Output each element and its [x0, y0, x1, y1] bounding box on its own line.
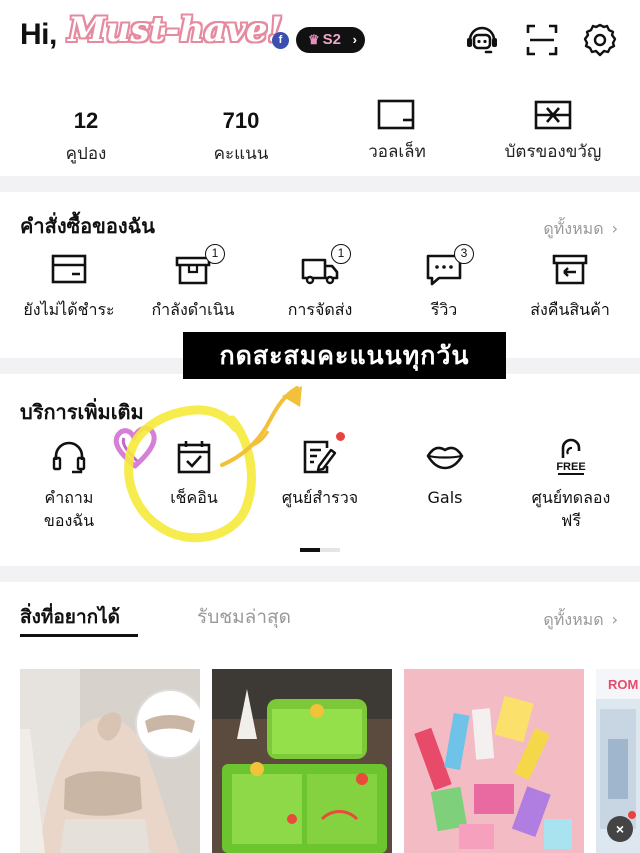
tab-active-underline — [20, 634, 138, 637]
coupon-count: 12 — [73, 108, 99, 133]
orders-see-all[interactable]: ดูทั้งหมด › — [543, 217, 618, 242]
wallet-icon — [377, 99, 415, 130]
wishlist-section: สิ่งที่อยากได้ รับชมล่าสุด ดูทั้งหมด › R… — [0, 582, 640, 853]
facebook-badge: f — [272, 32, 289, 49]
notification-dot — [628, 811, 636, 819]
card-icon — [51, 254, 87, 284]
gift-card-icon — [534, 100, 572, 130]
overlay-title: Must-have! — [68, 10, 283, 50]
stat-points[interactable]: 710 คะแนน — [166, 80, 316, 167]
see-all-label: ดูทั้งหมด — [543, 610, 604, 629]
check-in-label: เช็คอิน — [170, 488, 218, 507]
headset-icon — [52, 441, 86, 474]
free-trial-line2: ฟรี — [561, 511, 581, 530]
see-all-label: ดูทั้งหมด — [543, 219, 604, 238]
wishlist-see-all[interactable]: ดูทั้งหมด › — [543, 608, 618, 633]
order-shipping-label: การจัดส่ง — [287, 300, 353, 319]
services-section: บริการเพิ่มเติม คำถาม ของฉัน เช็คอิน ศูน… — [0, 374, 640, 566]
tab-wishlist[interactable]: สิ่งที่อยากได้ — [20, 602, 120, 632]
product-card[interactable] — [404, 669, 584, 853]
greeting-text: Hi, — [20, 18, 57, 51]
service-my-questions[interactable]: คำถามของฉัน — [5, 438, 133, 532]
coupon-label: คูปอง — [65, 144, 107, 164]
stat-coupons[interactable]: 12 คูปอง — [11, 80, 161, 167]
survey-notification-dot — [336, 432, 345, 441]
product-card[interactable] — [20, 669, 200, 853]
product-card[interactable] — [212, 669, 392, 853]
tier-label: S2 — [322, 31, 342, 48]
lips-icon — [426, 446, 464, 470]
free-trial-line1: ศูนย์ทดลอง — [531, 488, 611, 507]
my-questions-line2: ของฉัน — [43, 511, 95, 530]
return-box-icon — [552, 254, 588, 285]
product-carousel: ROM — [0, 669, 640, 853]
scan-icon[interactable] — [524, 22, 560, 58]
product-image-christmas-bags — [212, 669, 392, 853]
order-processing-label: กำลังดำเนิน — [151, 300, 235, 319]
chevron-right-icon: › — [352, 32, 357, 47]
survey-label: ศูนย์สำรวจ — [281, 488, 359, 507]
my-questions-label: คำถามของฉัน — [5, 486, 133, 532]
order-review-label: รีวิว — [430, 300, 458, 319]
processing-count-badge: 1 — [205, 244, 225, 264]
close-icon[interactable]: × — [607, 816, 633, 842]
stat-gift-card[interactable]: บัตรของขวัญ — [478, 80, 628, 165]
services-pager-active — [300, 548, 320, 552]
wallet-label: วอลเล็ท — [368, 142, 426, 162]
callout-banner: กดสะสมคะแนนทุกวัน — [183, 332, 506, 379]
product-image-strapless-bra — [20, 669, 200, 853]
crown-icon: ♛ — [308, 32, 320, 47]
my-questions-line1: คำถาม — [44, 488, 94, 507]
calendar-check-icon — [177, 441, 211, 474]
order-unpaid-label: ยังไม่ได้ชำระ — [23, 300, 115, 319]
service-check-in[interactable]: เช็คอิน — [130, 438, 258, 509]
order-review[interactable]: 3 รีวิว — [380, 244, 508, 323]
review-count-badge: 3 — [454, 244, 474, 264]
settings-icon[interactable] — [582, 22, 618, 58]
order-return-label: ส่งคืนสินค้า — [530, 300, 610, 319]
order-unpaid[interactable]: ยังไม่ได้ชำระ — [5, 250, 133, 323]
gift-card-label: บัตรของขวัญ — [504, 142, 602, 162]
greeting: Hi, — [20, 18, 57, 52]
free-trial-label: ศูนย์ทดลองฟรี — [507, 486, 635, 532]
order-shipping[interactable]: 1 การจัดส่ง — [256, 244, 384, 323]
service-free-trial[interactable]: FREE ศูนย์ทดลองฟรี — [507, 438, 635, 532]
header: Hi, Must-have! f ♛ S2 › — [0, 0, 640, 80]
order-processing[interactable]: 1 กำลังดำเนิน — [129, 244, 257, 323]
tab-recently-viewed[interactable]: รับชมล่าสุด — [197, 602, 291, 632]
free-trial-icon: FREE — [556, 438, 586, 475]
product-image-cosmetics — [404, 669, 584, 853]
service-gals[interactable]: Gals — [381, 438, 509, 509]
points-label: คะแนน — [213, 144, 269, 164]
chevron-right-icon: › — [611, 219, 618, 238]
gals-label: Gals — [427, 488, 463, 507]
order-return[interactable]: ส่งคืนสินค้า — [506, 250, 634, 323]
free-icon-text: FREE — [556, 461, 585, 473]
service-survey[interactable]: ศูนย์สำรวจ — [256, 432, 384, 509]
chevron-right-icon: › — [611, 610, 618, 629]
stat-wallet[interactable]: วอลเล็ท — [322, 80, 472, 165]
product-brand-text: ROM — [608, 677, 638, 692]
account-page: Hi, Must-have! f ♛ S2 › 12 คูปอง 710 คะแ… — [0, 0, 640, 853]
support-agent-icon[interactable] — [464, 22, 500, 58]
points-count: 710 — [222, 108, 260, 133]
stats-bar: 12 คูปอง 710 คะแนน วอลเล็ท บัตรของขวัญ — [0, 80, 640, 176]
shipping-count-badge: 1 — [331, 244, 351, 264]
orders-title: คำสั่งซื้อของฉัน — [20, 214, 155, 238]
survey-icon — [303, 440, 337, 474]
tier-badge[interactable]: ♛ S2 › — [296, 27, 365, 53]
services-title: บริการเพิ่มเติม — [20, 400, 144, 424]
